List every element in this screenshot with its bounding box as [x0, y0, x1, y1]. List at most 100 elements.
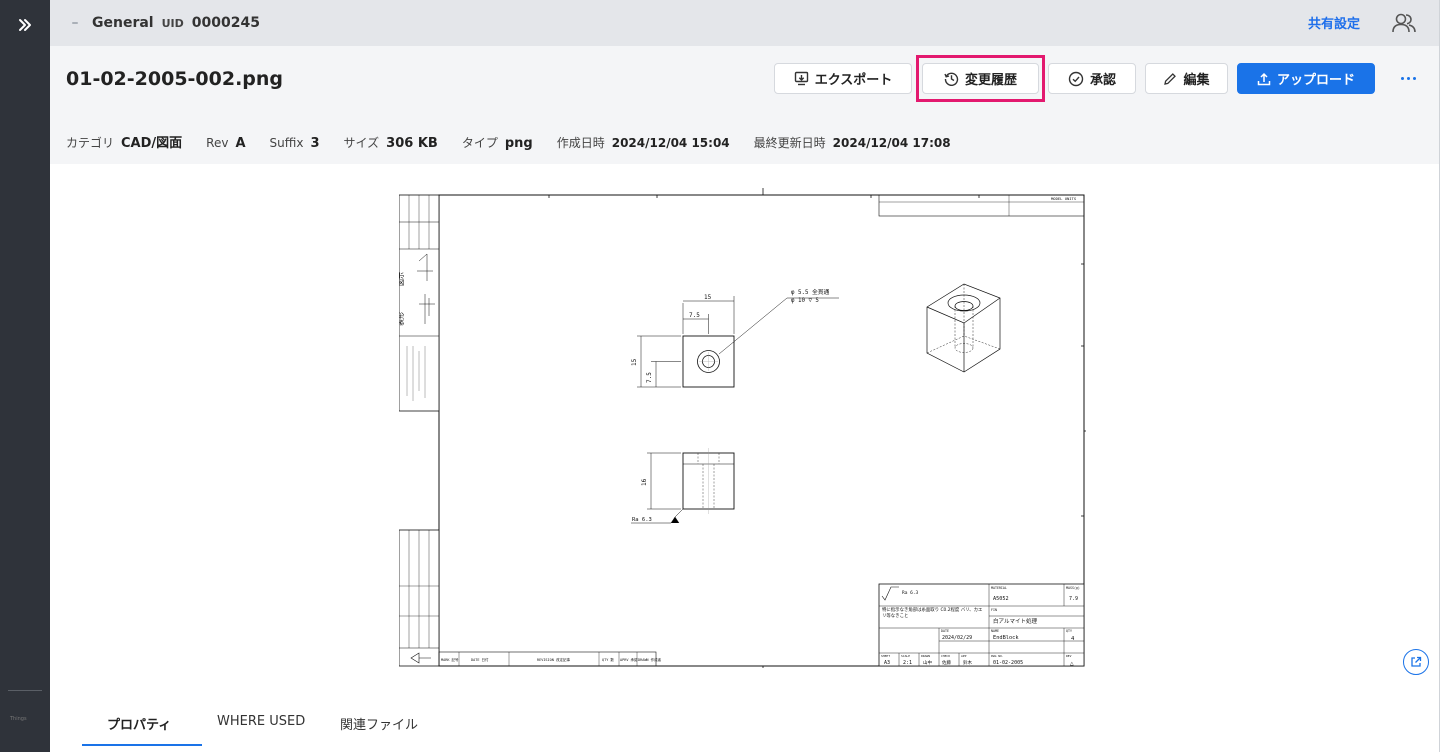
tb-material-value: A5052	[993, 596, 1009, 602]
dim-7-5-top: 7.5	[689, 312, 700, 319]
category-value: CAD/図面	[121, 136, 183, 151]
suffix-label: Suffix	[269, 136, 304, 150]
dim-16: 16	[641, 478, 648, 486]
side-panel-bottom	[399, 529, 440, 667]
more-dot	[1412, 76, 1416, 80]
tb-appr-value: 鈴木	[963, 659, 972, 666]
created-label: 作成日時	[556, 136, 605, 150]
rail-divider	[8, 690, 42, 691]
hole-note-2: φ 10 ▽ 5	[791, 298, 819, 304]
tb-qty-label: QTY	[1066, 629, 1072, 633]
workspace-name[interactable]: General	[92, 15, 154, 31]
expand-sidebar-button[interactable]	[0, 0, 50, 50]
file-title: 01-02-2005-002.png	[66, 68, 284, 90]
share-settings-link[interactable]: 共有設定	[1308, 13, 1360, 32]
approve-label: 承認	[1089, 73, 1116, 88]
more-horizontal-icon	[1400, 76, 1404, 80]
updated-value: 2024/12/04 17:08	[832, 136, 951, 150]
file-metadata: カテゴリ CAD/図面 Rev A Suffix 3 サイズ 306 KB タイ…	[66, 132, 975, 151]
more-dot	[1406, 76, 1410, 80]
left-rail: Things	[0, 0, 50, 752]
approve-button[interactable]: 承認	[1048, 63, 1136, 94]
tb-dwg-label: DWG NO.	[991, 654, 1004, 658]
export-label: エクスポート	[814, 73, 893, 88]
size-label: サイズ	[343, 136, 380, 150]
dim-15-left: 15	[631, 358, 638, 366]
workspace-dot-icon	[72, 22, 78, 24]
tab-where-used[interactable]: WHERE USED	[217, 714, 305, 729]
tb-sheet-label: SHEET	[881, 654, 890, 658]
history-highlight-box	[916, 55, 1045, 102]
tb-rev-label: REV	[1066, 654, 1072, 658]
created-value: 2024/12/04 15:04	[611, 136, 730, 150]
tab-properties[interactable]: プロパティ	[107, 714, 171, 733]
side-label-top: 図示	[399, 272, 405, 286]
more-options-button[interactable]	[1394, 66, 1422, 90]
tb-finish-value: 白アルマイト処理	[993, 617, 1037, 625]
edit-label: 編集	[1183, 73, 1210, 88]
tb-appr-label: APP	[961, 654, 967, 658]
tb-scale-label: SCALE	[901, 654, 910, 658]
category-label: カテゴリ	[66, 136, 115, 150]
tb-material-label: MATERIAL	[991, 586, 1007, 590]
tb-roughness: Ra 6.3	[902, 590, 919, 596]
roughness-note: Ra 6.3	[632, 517, 652, 523]
pencil-icon	[1164, 72, 1177, 85]
file-header: 01-02-2005-002.png エクスポート 変更履歴 承認 編集 アップ…	[50, 46, 1440, 164]
type-label: タイプ	[461, 136, 498, 150]
side-label-mid: 表形	[399, 312, 405, 326]
rev-revision: REVISION 改定記事	[537, 657, 570, 662]
uid-label: UID	[161, 16, 184, 30]
open-external-icon	[1411, 656, 1422, 667]
tb-rev-value: △	[1070, 660, 1074, 667]
model-units-label: MODEL UNITS	[1051, 196, 1077, 201]
tab-related-files[interactable]: 関連ファイル	[340, 714, 418, 733]
rev-appr: APRV 承認	[620, 657, 638, 662]
tb-scale-value: 2:1	[903, 660, 912, 666]
rev-value: A	[235, 136, 246, 151]
tb-mass-value: 7.9	[1069, 596, 1078, 602]
tb-drawn-label: DRAWN	[921, 654, 930, 658]
tb-note: 特に指示なき角部は糸面取り C0.2程度 バリ、カエリ等なきこと	[882, 608, 983, 619]
size-value: 306 KB	[386, 136, 438, 151]
tb-drawn-value: 山中	[923, 659, 932, 666]
open-external-button[interactable]	[1403, 649, 1429, 675]
dim-15-top: 15	[704, 294, 712, 301]
tb-date-value: 2024/02/29	[942, 635, 972, 641]
rev-mark: MARK 記号	[441, 657, 459, 662]
tb-sheet-value: A3	[884, 660, 890, 666]
rev-label: Rev	[206, 136, 229, 150]
rev-qty: QTY 数	[602, 657, 614, 662]
top-bar: General UID 0000245 共有設定	[50, 0, 1440, 46]
rail-footer-text: Things	[10, 716, 27, 722]
users-button[interactable]	[1390, 9, 1418, 37]
type-value: png	[504, 136, 533, 151]
tb-check-value: 佐藤	[942, 659, 951, 666]
export-icon	[794, 71, 808, 86]
tb-date-label: DATE	[941, 629, 949, 633]
tb-finish-label: FIN	[991, 608, 997, 612]
updated-label: 最終更新日時	[753, 136, 826, 150]
uid-value: 0000245	[191, 15, 260, 31]
cad-drawing: 図示 表形 MARK 記号 DATE 日付 REVISION 改定記事 QTY …	[399, 188, 1086, 668]
dim-7-5-left: 7.5	[646, 372, 653, 383]
tb-name-value: EndBlock	[993, 635, 1019, 641]
suffix-value: 3	[310, 136, 320, 151]
tb-check-label: CHECK	[941, 654, 950, 658]
upload-icon	[1257, 72, 1271, 85]
upload-label: アップロード	[1276, 73, 1355, 88]
users-icon	[1392, 13, 1416, 33]
tb-name-label: NAME	[991, 629, 999, 633]
export-button[interactable]: エクスポート	[774, 63, 912, 94]
tb-dwg-value: 01-02-2005	[993, 660, 1023, 666]
hole-note-1: φ 5.5 全貫通	[791, 288, 830, 296]
title-block: Ra 6.3 MATERIAL A5052 MASS(g) 7.9 特に指示なき…	[878, 583, 1085, 667]
check-circle-icon	[1068, 71, 1084, 86]
rev-drawn: DRAWN 作成者	[638, 657, 662, 662]
edit-button[interactable]: 編集	[1145, 63, 1228, 94]
double-chevron-right-icon	[19, 19, 31, 31]
upload-button[interactable]: アップロード	[1237, 63, 1375, 94]
tb-mass-label: MASS(g)	[1066, 586, 1080, 590]
active-tab-indicator	[82, 744, 202, 746]
file-preview: 図示 表形 MARK 記号 DATE 日付 REVISION 改定記事 QTY …	[50, 164, 1440, 700]
